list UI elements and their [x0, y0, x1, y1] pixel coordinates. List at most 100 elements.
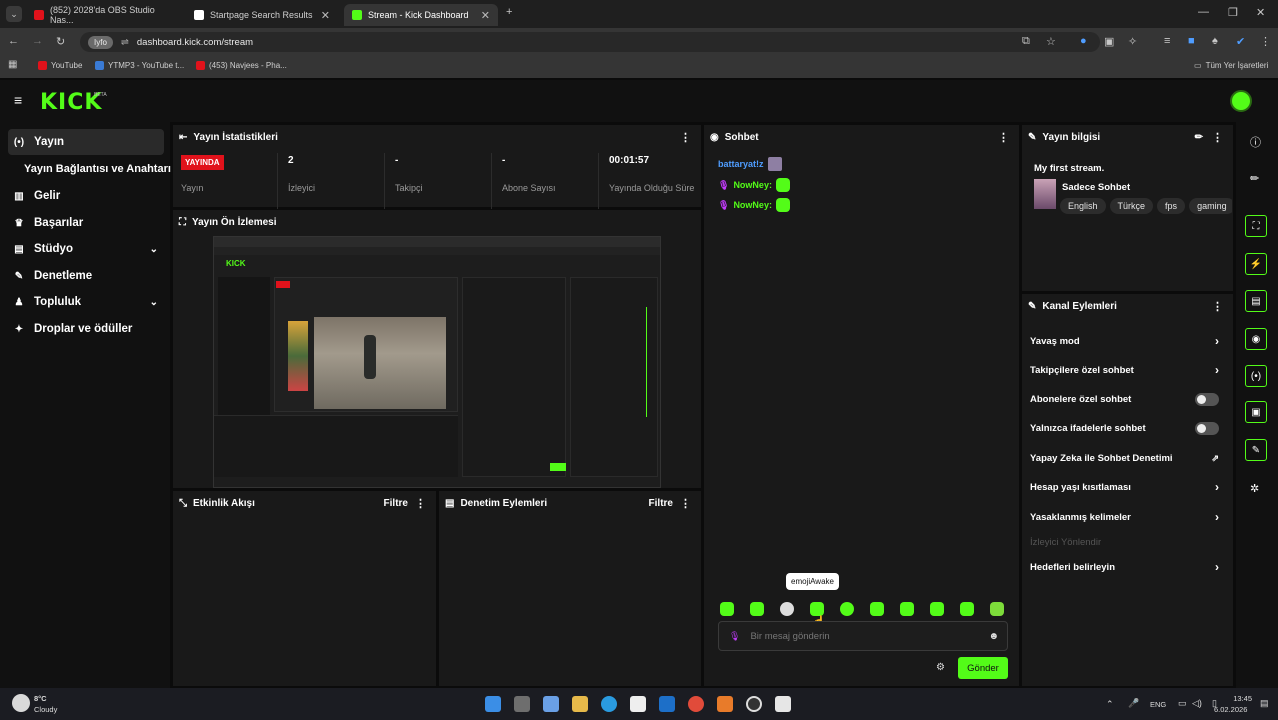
- panel-widget-icon[interactable]: ▣: [1245, 401, 1267, 423]
- obs-icon[interactable]: [746, 696, 762, 712]
- stream-preview-video[interactable]: KICK: [213, 236, 661, 488]
- more-icon[interactable]: ⋮: [680, 131, 691, 144]
- sidebar-item-studyo[interactable]: ▤ Stüdyo ⌄: [8, 236, 164, 262]
- sidebar-item-droplar[interactable]: ✦ Droplar ve ödüller: [8, 316, 164, 342]
- emote-icon[interactable]: [990, 602, 1004, 616]
- task-view-icon[interactable]: [514, 696, 530, 712]
- emote-icon[interactable]: [930, 602, 944, 616]
- emote-icon[interactable]: [960, 602, 974, 616]
- action-account-age[interactable]: Hesap yaşı kısıtlaması ›: [1030, 476, 1227, 498]
- puzzle-icon[interactable]: ✧: [1128, 35, 1137, 48]
- filter-button[interactable]: Filtre: [649, 498, 673, 509]
- chat-input[interactable]: 🎙 Bir mesaj gönderin ☻: [718, 621, 1008, 651]
- browser-tab-youtube[interactable]: (852) 2028'da OBS Studio Nas...: [26, 4, 176, 26]
- maximize-icon[interactable]: ❐: [1228, 6, 1238, 19]
- menu-kebab-icon[interactable]: ⋮: [1260, 35, 1271, 48]
- profile-icon[interactable]: ✔: [1236, 35, 1245, 48]
- back-icon[interactable]: ←: [8, 35, 19, 47]
- microphone-icon[interactable]: 🎤: [1128, 698, 1139, 709]
- sidebar-item-basarilar[interactable]: ♛ Başarılar: [8, 210, 164, 236]
- chat-username[interactable]: NowNey:: [733, 200, 772, 210]
- sidebar-item-denetleme[interactable]: ✎ Denetleme: [8, 263, 164, 289]
- pencil-icon[interactable]: ✏: [1195, 132, 1203, 143]
- send-button[interactable]: Gönder: [958, 657, 1008, 679]
- bookmark-youtube[interactable]: YouTube: [38, 61, 82, 70]
- network-icon[interactable]: ▭: [1178, 698, 1187, 709]
- more-icon[interactable]: ⋮: [1212, 131, 1223, 144]
- emoji-icon[interactable]: ☻: [988, 631, 999, 642]
- store-icon[interactable]: [630, 696, 646, 712]
- forward-icon[interactable]: →: [32, 35, 43, 47]
- emote-icon[interactable]: [780, 602, 794, 616]
- close-icon[interactable]: ✕: [321, 9, 330, 22]
- emote-icon[interactable]: [810, 602, 824, 616]
- pencil-icon[interactable]: ✏: [1250, 172, 1259, 185]
- star-icon[interactable]: ☆: [1046, 35, 1056, 48]
- preview-widget-icon[interactable]: ⛶: [1245, 215, 1267, 237]
- more-icon[interactable]: ⋮: [998, 131, 1009, 144]
- edge-icon[interactable]: [601, 696, 617, 712]
- start-icon[interactable]: [485, 696, 501, 712]
- action-ai-moderation[interactable]: Yapay Zeka ile Sohbet Denetimi ⇗: [1030, 447, 1227, 469]
- all-bookmarks[interactable]: ▭ Tüm Yer İşaretleri: [1194, 61, 1268, 70]
- share-icon[interactable]: ⧉: [1022, 35, 1030, 48]
- new-tab-icon[interactable]: +: [506, 6, 512, 18]
- sidebar-item-yayin[interactable]: (•) Yayın: [8, 129, 164, 155]
- sidebar-item-stream-key[interactable]: Yayın Bağlantısı ve Anahtarı: [20, 156, 171, 182]
- widgets-icon[interactable]: [543, 696, 559, 712]
- extension-icon[interactable]: ●: [1080, 35, 1087, 47]
- bookmark-navjees[interactable]: (453) Navjees - Pha...: [196, 61, 287, 70]
- more-icon[interactable]: ⋮: [1212, 300, 1223, 313]
- document-widget-icon[interactable]: ▤: [1245, 290, 1267, 312]
- window-close-icon[interactable]: ✕: [1256, 6, 1265, 19]
- chrome-icon[interactable]: [688, 696, 704, 712]
- chat-username[interactable]: battaryat!z: [718, 159, 764, 169]
- minimize-icon[interactable]: —: [1198, 6, 1209, 18]
- site-info-icon[interactable]: ⇌: [121, 37, 129, 48]
- language-indicator[interactable]: ENG: [1150, 700, 1166, 709]
- emote-icon[interactable]: [840, 602, 854, 616]
- browser-tab-startpage[interactable]: Startpage Search Results ✕: [186, 4, 338, 26]
- info-icon[interactable]: ⓘ: [1250, 134, 1261, 150]
- bookmark-ytmp3[interactable]: YTMP3 - YouTube t...: [95, 61, 184, 70]
- tab-search-icon[interactable]: ⌄: [6, 6, 22, 22]
- emote-icon[interactable]: [720, 602, 734, 616]
- extension-icon[interactable]: ♠: [1212, 35, 1218, 47]
- wrench-widget-icon[interactable]: ✎: [1245, 439, 1267, 461]
- close-icon[interactable]: ✕: [481, 9, 490, 22]
- broadcast-widget-icon[interactable]: (•): [1245, 365, 1267, 387]
- action-set-goals[interactable]: Hedefleri belirleyin ›: [1030, 556, 1227, 578]
- chat-username[interactable]: NowNey:: [733, 180, 772, 190]
- action-followers-only[interactable]: Takipçilere özel sohbet ›: [1030, 359, 1227, 381]
- app-icon[interactable]: [775, 696, 791, 712]
- hamburger-menu-icon[interactable]: ≡: [14, 92, 22, 108]
- subscribers-only-toggle[interactable]: [1195, 392, 1219, 406]
- filter-button[interactable]: Filtre: [384, 498, 408, 509]
- extension-icon[interactable]: ▣: [1104, 35, 1114, 48]
- chat-widget-icon[interactable]: ◉: [1245, 328, 1267, 350]
- mail-icon[interactable]: [659, 696, 675, 712]
- more-icon[interactable]: ⋮: [680, 497, 691, 510]
- sidebar-item-gelir[interactable]: ▥ Gelir: [8, 183, 164, 209]
- app-icon[interactable]: [717, 696, 733, 712]
- extension-icon[interactable]: ■: [1188, 35, 1195, 47]
- avatar[interactable]: [1230, 90, 1252, 112]
- file-explorer-icon[interactable]: [572, 696, 588, 712]
- apps-grid-icon[interactable]: ▦: [8, 59, 17, 70]
- emote-icon[interactable]: [900, 602, 914, 616]
- gear-icon[interactable]: ⚙: [936, 662, 945, 673]
- action-slow-mode[interactable]: Yavaş mod ›: [1030, 330, 1227, 352]
- emote-icon[interactable]: [750, 602, 764, 616]
- stats-widget-icon[interactable]: ⚡: [1245, 253, 1267, 275]
- url-field[interactable]: Iyfo ⇌ dashboard.kick.com/stream: [80, 32, 1100, 52]
- clock-date[interactable]: 6.02.2026: [1214, 705, 1247, 714]
- emote-icon[interactable]: [870, 602, 884, 616]
- emotes-only-toggle[interactable]: [1195, 421, 1219, 435]
- volume-icon[interactable]: ◁): [1192, 698, 1202, 709]
- more-icon[interactable]: ⋮: [415, 497, 426, 510]
- settings-cog-icon[interactable]: ✲: [1250, 482, 1259, 495]
- sidebar-item-topluluk[interactable]: ♟ Topluluk ⌄: [8, 289, 164, 315]
- reload-icon[interactable]: ↻: [56, 35, 65, 48]
- notification-icon[interactable]: ▤: [1260, 698, 1269, 709]
- chevron-up-icon[interactable]: ⌃: [1106, 699, 1114, 710]
